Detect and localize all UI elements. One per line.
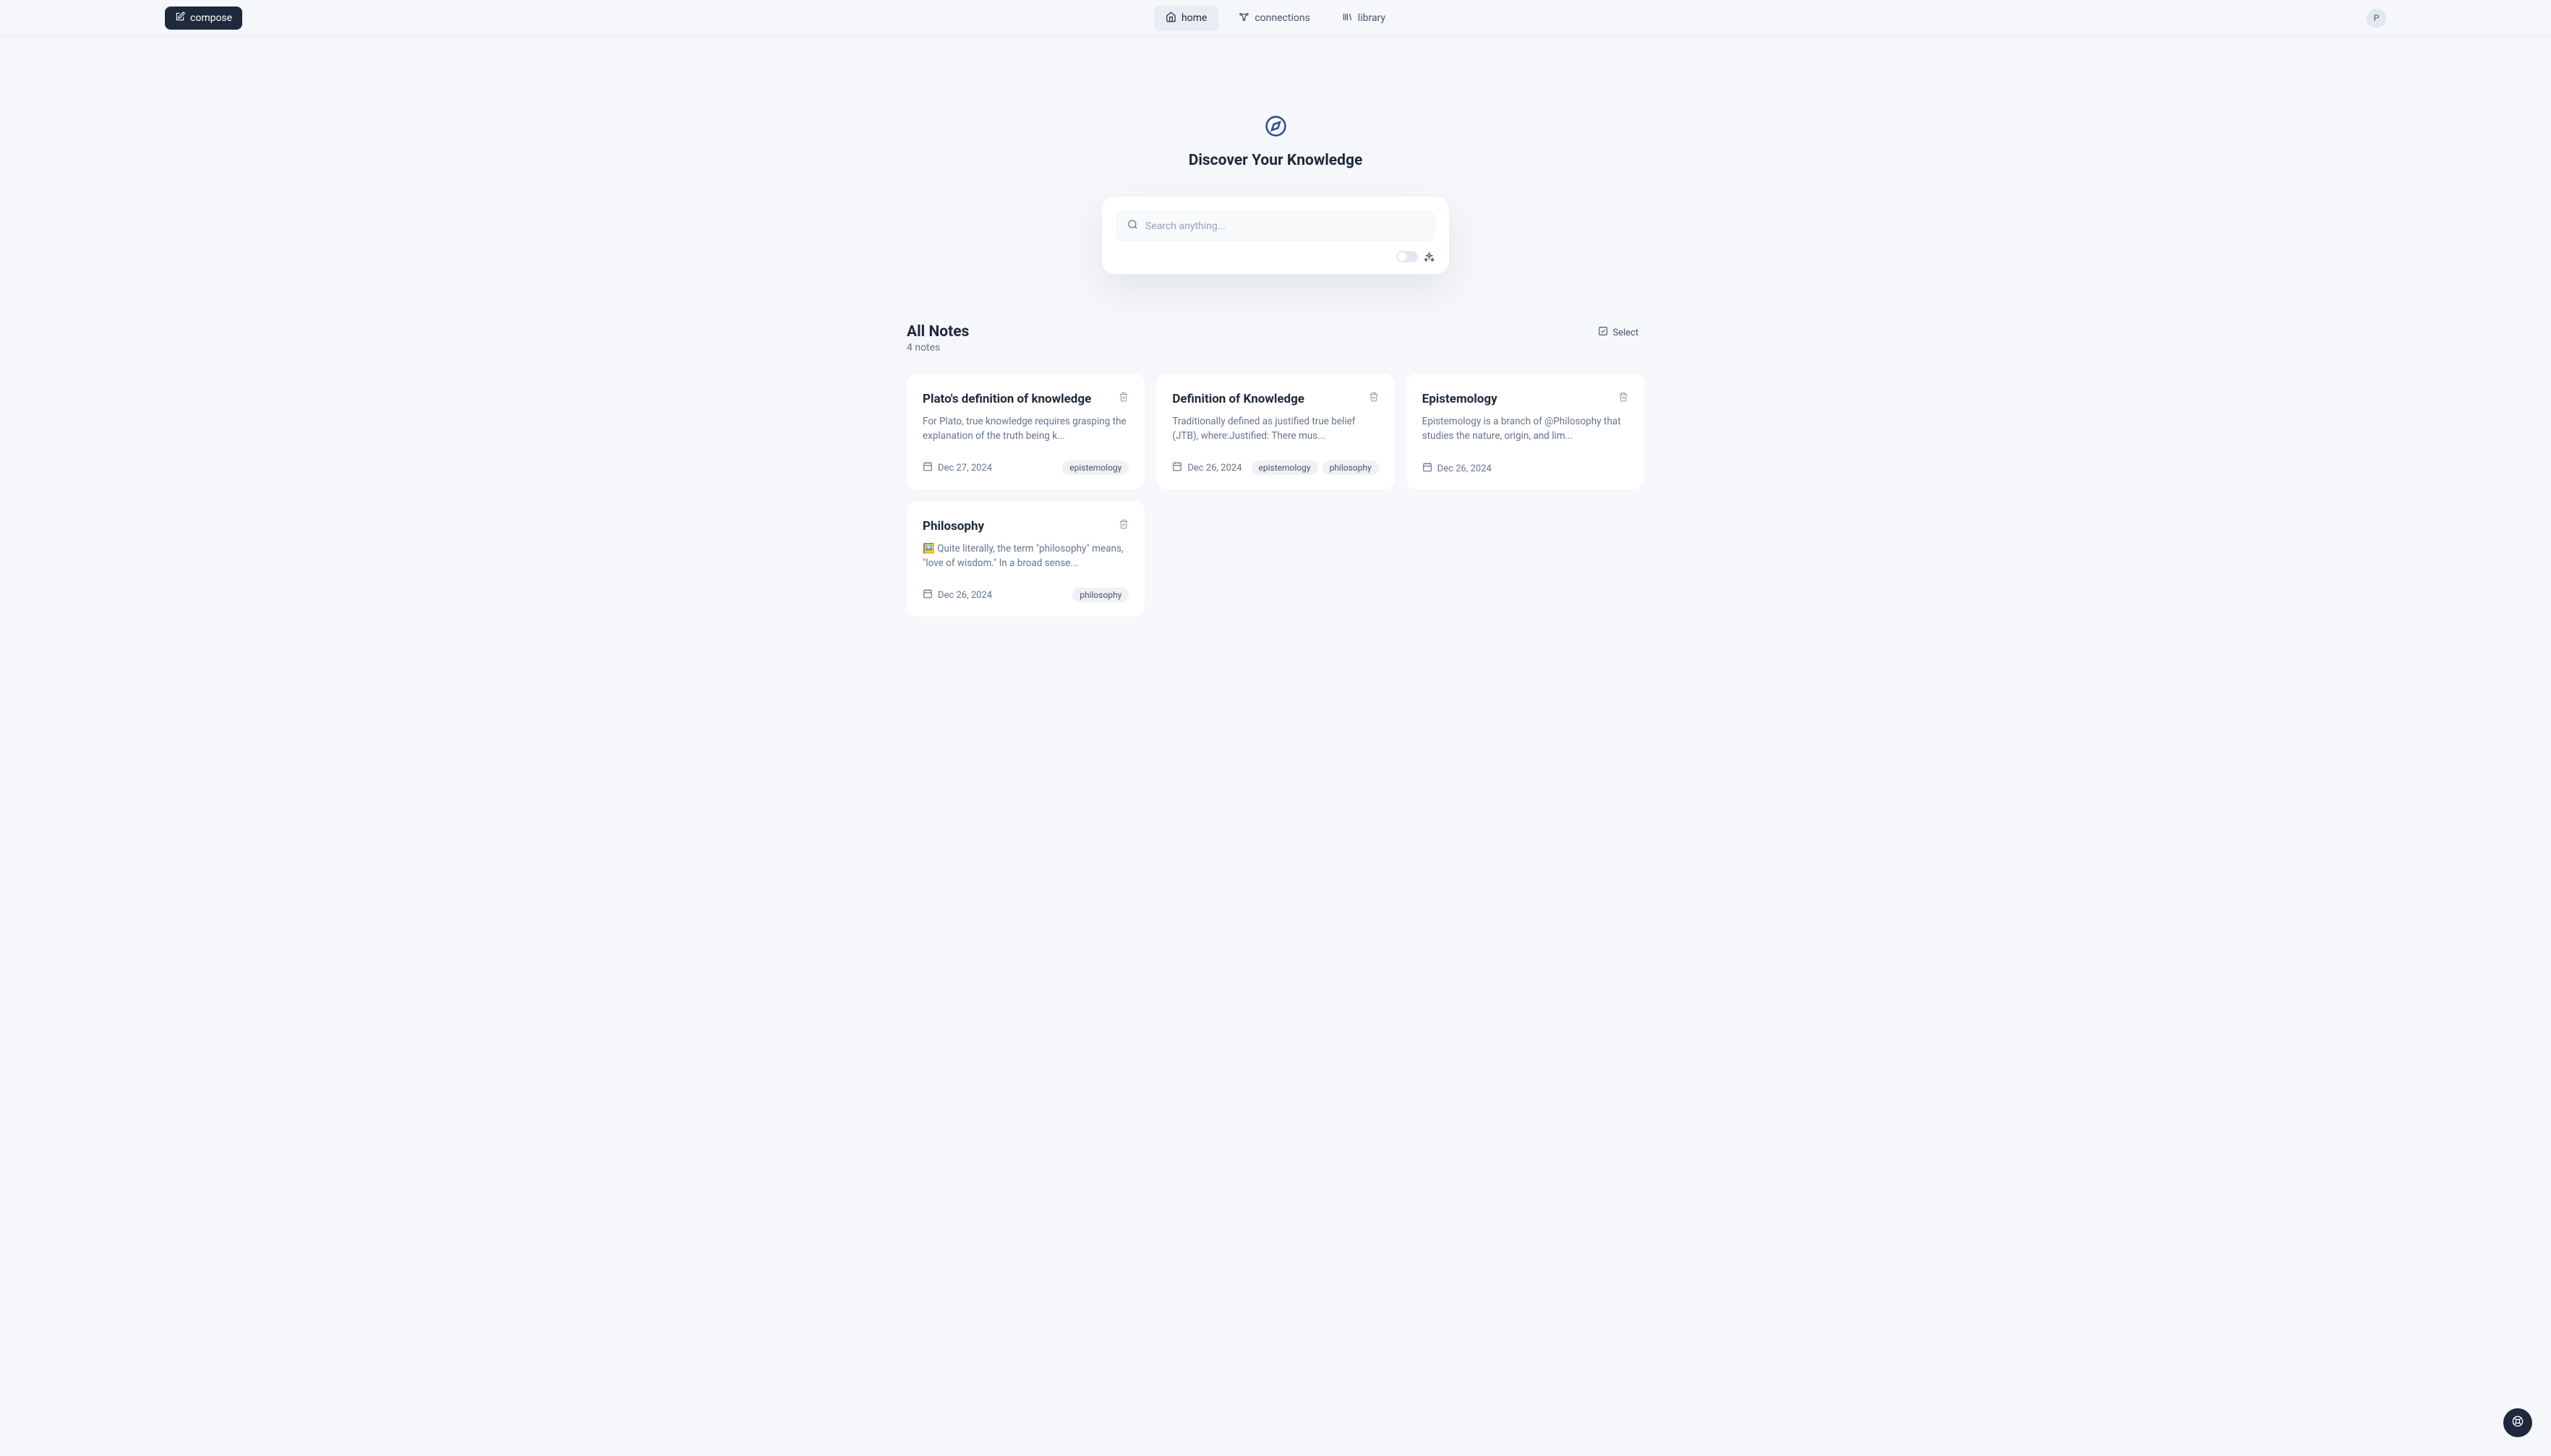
- nav-connections-label: connections: [1255, 12, 1309, 24]
- compass-icon: [1265, 115, 1287, 137]
- calendar-icon: [1422, 462, 1432, 475]
- section-title: All Notes: [907, 323, 969, 341]
- card-footer: Dec 27, 2024 epistemology: [923, 461, 1129, 475]
- hero: Discover Your Knowledge: [907, 37, 1644, 274]
- home-icon: [1166, 12, 1176, 25]
- app-header: compose home connections library P: [0, 0, 2551, 37]
- tag-pill[interactable]: philosophy: [1322, 461, 1379, 475]
- card-header: Philosophy: [923, 518, 1129, 534]
- note-card[interactable]: Plato's definition of knowledge For Plat…: [907, 374, 1145, 489]
- note-card[interactable]: Philosophy 🖼️ Quite literally, the term …: [907, 501, 1145, 617]
- note-title: Epistemology: [1422, 391, 1497, 407]
- trash-icon: [1618, 391, 1628, 405]
- note-title: Plato's definition of knowledge: [923, 391, 1091, 407]
- pencil-icon: [175, 12, 185, 25]
- calendar-icon: [923, 461, 933, 474]
- checkbox-icon: [1598, 326, 1608, 339]
- connections-icon: [1239, 12, 1249, 25]
- card-footer: Dec 26, 2024: [1422, 462, 1628, 475]
- help-fab[interactable]: [2503, 1408, 2532, 1437]
- avatar-letter: P: [2374, 13, 2380, 23]
- note-card[interactable]: Epistemology Epistemology is a branch of…: [1406, 374, 1644, 489]
- note-date-text: Dec 26, 2024: [1437, 463, 1492, 474]
- main-content: Discover Your Knowledge All Notes 4 note…: [892, 37, 1659, 617]
- tag-pill[interactable]: philosophy: [1072, 588, 1129, 602]
- delete-button[interactable]: [1119, 518, 1129, 532]
- search-input[interactable]: [1145, 220, 1424, 232]
- note-date-text: Dec 27, 2024: [938, 463, 992, 474]
- life-ring-icon: [2512, 1416, 2524, 1430]
- search-box[interactable]: [1116, 211, 1435, 241]
- note-date: Dec 27, 2024: [923, 461, 992, 474]
- header-left: compose: [165, 7, 242, 30]
- search-footer: [1116, 251, 1435, 262]
- library-icon: [1342, 12, 1353, 25]
- card-footer: Dec 26, 2024 philosophy: [923, 588, 1129, 602]
- note-date-text: Dec 26, 2024: [938, 590, 992, 601]
- card-header: Plato's definition of knowledge: [923, 391, 1129, 407]
- calendar-icon: [923, 588, 933, 601]
- card-header: Definition of Knowledge: [1172, 391, 1378, 407]
- calendar-icon: [1172, 461, 1182, 474]
- section-titles: All Notes 4 notes: [907, 323, 969, 354]
- sparkle-icon: [1424, 252, 1435, 262]
- trash-icon: [1119, 391, 1129, 405]
- note-tags: philosophy: [1072, 588, 1129, 602]
- note-date-text: Dec 26, 2024: [1187, 463, 1242, 474]
- note-date: Dec 26, 2024: [923, 588, 992, 601]
- note-tags: epistemology philosophy: [1252, 461, 1379, 475]
- nav-connections[interactable]: connections: [1227, 6, 1321, 31]
- delete-button[interactable]: [1618, 391, 1628, 405]
- notes-grid: Plato's definition of knowledge For Plat…: [907, 374, 1644, 617]
- nav-home-label: home: [1182, 12, 1207, 24]
- note-date: Dec 26, 2024: [1172, 461, 1242, 474]
- trash-icon: [1369, 391, 1379, 405]
- tag-pill[interactable]: epistemology: [1062, 461, 1129, 475]
- note-excerpt: Traditionally defined as justified true …: [1172, 415, 1378, 443]
- nav-library-label: library: [1358, 12, 1385, 24]
- ai-toggle[interactable]: [1396, 251, 1418, 262]
- section-header: All Notes 4 notes Select: [907, 323, 1644, 354]
- search-card: [1102, 197, 1449, 274]
- note-excerpt: For Plato, true knowledge requires grasp…: [923, 415, 1129, 443]
- compose-label: compose: [190, 12, 232, 24]
- avatar[interactable]: P: [2367, 9, 2386, 28]
- note-excerpt: 🖼️ Quite literally, the term "philosophy…: [923, 542, 1129, 570]
- card-header: Epistemology: [1422, 391, 1628, 407]
- note-date: Dec 26, 2024: [1422, 462, 1492, 475]
- nav-home[interactable]: home: [1154, 6, 1218, 31]
- section-count: 4 notes: [907, 342, 969, 354]
- nav-library[interactable]: library: [1330, 6, 1397, 31]
- note-excerpt: Epistemology is a branch of @Philosophy …: [1422, 415, 1628, 445]
- note-title: Philosophy: [923, 518, 984, 534]
- main-nav: home connections library: [1154, 6, 1397, 31]
- delete-button[interactable]: [1369, 391, 1379, 405]
- note-title: Definition of Knowledge: [1172, 391, 1304, 407]
- select-button[interactable]: Select: [1592, 323, 1644, 342]
- note-card[interactable]: Definition of Knowledge Traditionally de…: [1156, 374, 1394, 489]
- note-tags: epistemology: [1062, 461, 1129, 475]
- header-right: P: [2367, 9, 2386, 28]
- tag-pill[interactable]: epistemology: [1252, 461, 1318, 475]
- search-icon: [1127, 219, 1138, 233]
- hero-title: Discover Your Knowledge: [907, 152, 1644, 169]
- card-footer: Dec 26, 2024 epistemology philosophy: [1172, 461, 1378, 475]
- select-label: Select: [1612, 327, 1638, 338]
- delete-button[interactable]: [1119, 391, 1129, 405]
- compose-button[interactable]: compose: [165, 7, 242, 30]
- trash-icon: [1119, 518, 1129, 532]
